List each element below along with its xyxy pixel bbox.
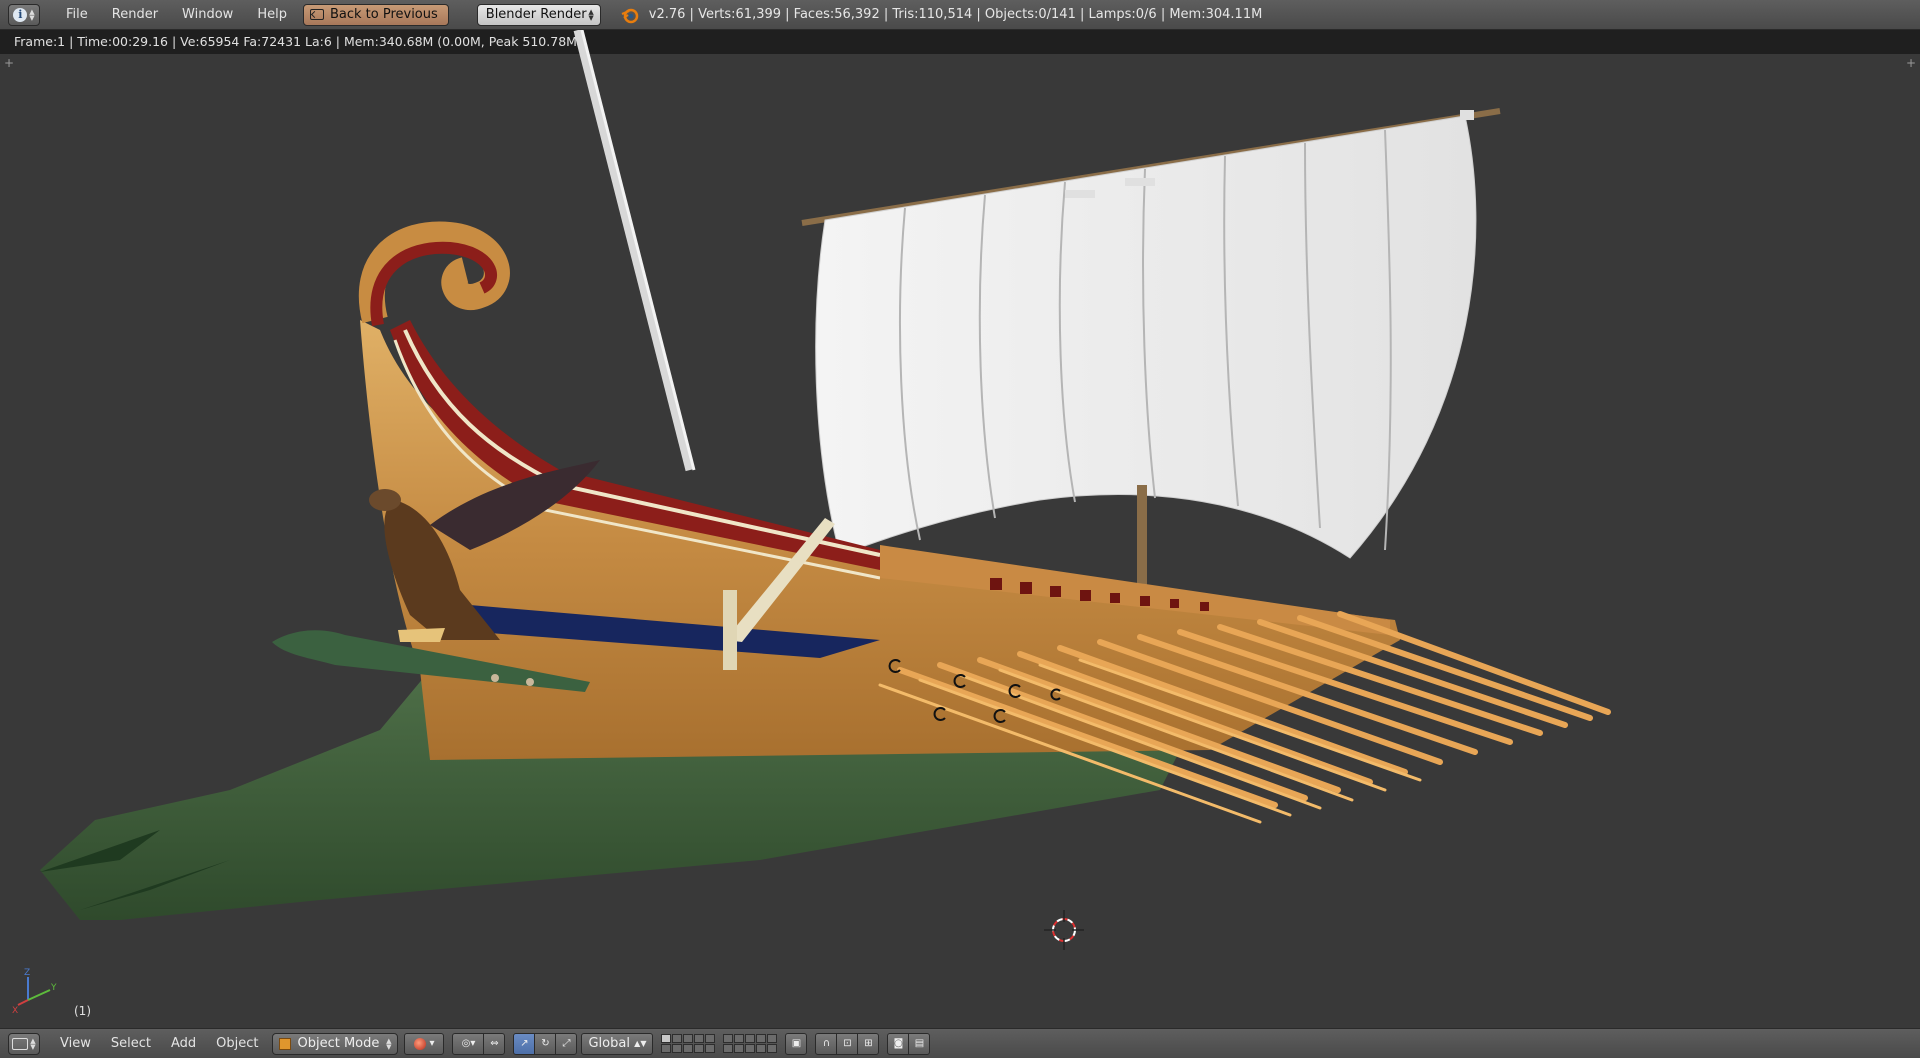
rotate-manipulator-button[interactable]: ↻ <box>534 1032 557 1055</box>
menu-render[interactable]: Render <box>100 7 170 22</box>
layer-lock-button[interactable]: ▣ <box>785 1032 808 1055</box>
layer-icon[interactable] <box>672 1034 683 1043</box>
snap-element-icon: ⊡ <box>843 1038 852 1049</box>
dropdown-arrows-icon: ▲▼ <box>386 1036 392 1051</box>
axis-label-y: Y <box>50 983 57 993</box>
menu-view[interactable]: View <box>50 1036 101 1051</box>
mode-value: Object Mode <box>297 1036 380 1051</box>
rendered-trireme-ship: Z Y X <box>12 30 1611 1016</box>
layer-icon[interactable] <box>672 1044 683 1053</box>
layer-icon[interactable] <box>734 1044 745 1053</box>
top-menu: File Render Window Help <box>54 7 299 22</box>
snap-element-select[interactable]: ⊡ <box>836 1032 859 1055</box>
layer-icon[interactable] <box>683 1034 694 1043</box>
layer-icon[interactable] <box>745 1044 756 1053</box>
translate-icon: ↗ <box>520 1038 529 1049</box>
opengl-render-button[interactable]: ◙ <box>887 1032 910 1055</box>
proportional-icon: ⊞ <box>864 1038 873 1049</box>
render-engine-value: Blender Render <box>485 7 587 22</box>
layer-icon[interactable] <box>745 1034 756 1043</box>
menu-window[interactable]: Window <box>170 7 245 22</box>
menu-file[interactable]: File <box>54 7 100 22</box>
menu-select[interactable]: Select <box>101 1036 161 1051</box>
blender-logo-icon <box>621 8 639 23</box>
axis-label-z: Z <box>24 968 30 978</box>
object-mode-select[interactable]: Object Mode ▲ ▼ <box>272 1032 399 1055</box>
layer-icon[interactable] <box>734 1034 745 1043</box>
lock-icon: ▣ <box>791 1038 802 1049</box>
axis-gizmo <box>17 977 51 1006</box>
scale-manipulator-button[interactable]: ⤢ <box>555 1032 578 1055</box>
menu-help[interactable]: Help <box>245 7 299 22</box>
transform-orientation-select[interactable]: Global ▲▼ <box>581 1032 654 1055</box>
dropdown-arrows-icon: ▲▼ <box>588 7 594 22</box>
camera-icon: ▤ <box>914 1038 925 1049</box>
layer-icon[interactable] <box>705 1044 716 1053</box>
layer-icon[interactable] <box>767 1044 778 1053</box>
menu-object[interactable]: Object <box>206 1036 268 1051</box>
manipulator-icon: ⇔ <box>490 1038 499 1049</box>
layer-icon[interactable] <box>661 1044 672 1053</box>
layer-icon[interactable] <box>756 1044 767 1053</box>
layer-icon[interactable] <box>694 1044 705 1053</box>
layer-buttons-group-1[interactable] <box>661 1034 716 1053</box>
object-mode-icon <box>279 1037 292 1050</box>
info-header: i ▲ ▼ File Render Window Help Back to Pre… <box>0 0 1920 30</box>
3d-view-editor-button[interactable]: ▲ ▼ <box>8 1032 40 1055</box>
layer-icon[interactable] <box>694 1034 705 1043</box>
3d-viewport[interactable]: Frame:1 | Time:00:29.16 | Ve:65954 Fa:72… <box>0 30 1920 1028</box>
3d-cursor-icon <box>1044 910 1084 950</box>
back-to-previous-button[interactable]: Back to Previous <box>302 3 449 26</box>
layer-icon[interactable] <box>723 1034 734 1043</box>
axis-label-x: X <box>12 1006 18 1016</box>
layer-icon[interactable] <box>723 1044 734 1053</box>
opengl-animation-button[interactable]: ▤ <box>908 1032 931 1055</box>
dropdown-arrows-icon: ▲▼ <box>634 1039 647 1048</box>
layer-icon[interactable] <box>767 1034 778 1043</box>
updown-arrows-icon: ▲ ▼ <box>29 7 35 22</box>
translate-manipulator-button[interactable]: ↗ <box>513 1032 536 1055</box>
render-icon: ◙ <box>893 1038 904 1049</box>
layer-buttons-group-2[interactable] <box>723 1034 778 1053</box>
updown-arrows-icon: ▲ ▼ <box>30 1036 36 1051</box>
layer-icon[interactable] <box>705 1034 716 1043</box>
proportional-edit-button[interactable]: ⊞ <box>857 1032 880 1055</box>
layer-icon[interactable] <box>683 1044 694 1053</box>
current-frame-label: (1) <box>74 1004 91 1018</box>
pivot-icon: ◎▾ <box>461 1038 476 1049</box>
scale-icon: ⤢ <box>562 1038 571 1049</box>
dropdown-arrows-icon: ▾ <box>429 1038 435 1049</box>
orientation-value: Global <box>588 1036 630 1051</box>
snap-toggle[interactable]: ∩ <box>815 1032 838 1055</box>
pivot-select[interactable]: ◎▾ <box>452 1032 485 1055</box>
info-icon: i <box>13 7 28 22</box>
main-mast <box>1137 485 1147 585</box>
mast-pole <box>573 30 695 472</box>
render-engine-select[interactable]: Blender Render ▲ ▼ <box>476 3 601 26</box>
layer-icon[interactable] <box>661 1034 672 1043</box>
editor-type-button[interactable]: i ▲ ▼ <box>8 3 40 26</box>
scene-stats: v2.76 | Verts:61,399 | Faces:56,392 | Tr… <box>648 7 1263 22</box>
3d-view-icon <box>12 1037 29 1050</box>
viewport-shading-icon <box>414 1037 427 1050</box>
menu-add[interactable]: Add <box>161 1036 206 1051</box>
back-label: Back to Previous <box>329 7 438 22</box>
rotate-icon: ↻ <box>541 1038 550 1049</box>
magnet-icon: ∩ <box>822 1038 831 1049</box>
view-menu: View Select Add Object <box>50 1036 268 1051</box>
viewport-shading-select[interactable]: ▾ <box>404 1032 445 1055</box>
back-icon <box>309 9 324 20</box>
layer-icon[interactable] <box>756 1034 767 1043</box>
3d-view-header: ▲ ▼ View Select Add Object Object Mode ▲ ▼… <box>0 1028 1920 1058</box>
manipulator-toggle[interactable]: ⇔ <box>483 1032 506 1055</box>
